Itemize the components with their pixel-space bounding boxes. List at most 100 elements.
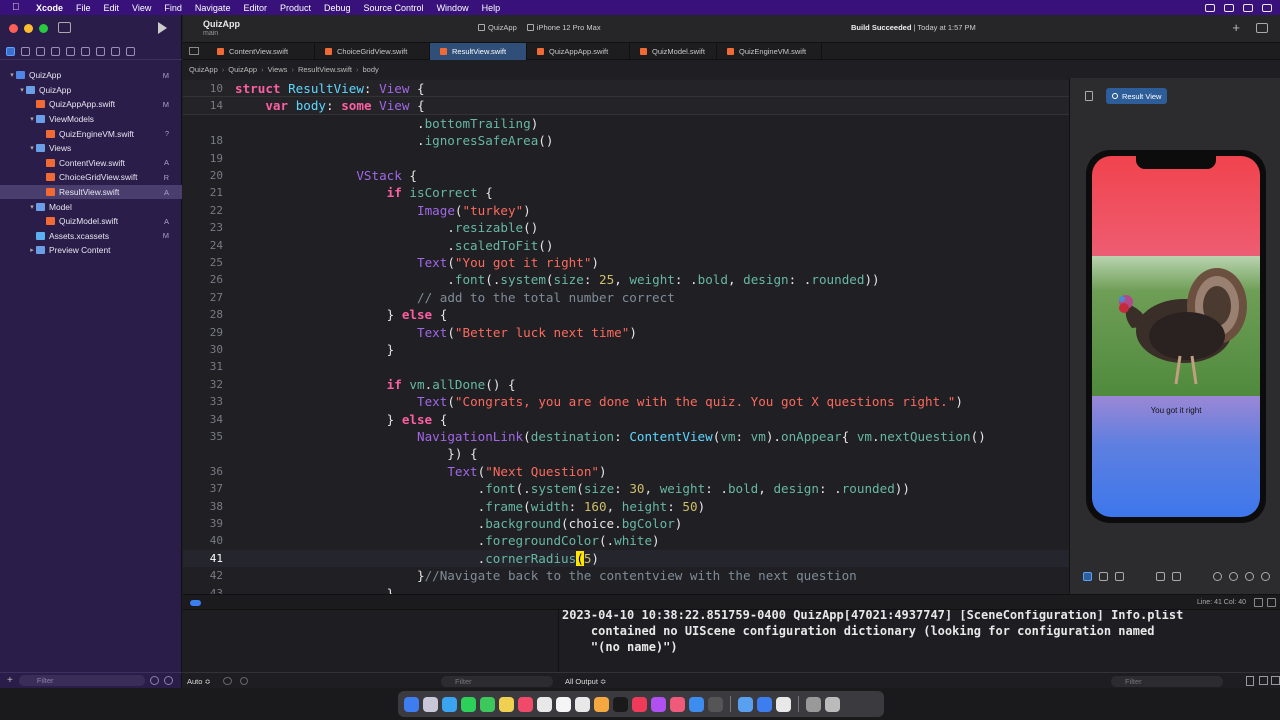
navigator-item[interactable]: QuizAppApp.swift M [0, 97, 182, 112]
control-center-icon[interactable] [1205, 3, 1215, 12]
dock-app-icon[interactable] [480, 696, 495, 712]
variables-view[interactable] [183, 610, 559, 672]
breadcrumb-item[interactable]: QuizApp [228, 65, 257, 74]
editor-tab[interactable]: ResultView.swift [430, 43, 527, 60]
scheme-selector[interactable]: QuizApp iPhone 12 Pro Max [478, 23, 601, 32]
navigator-item[interactable]: ▾ Views [0, 141, 182, 156]
debug-navigator-icon[interactable] [96, 47, 105, 56]
console-output[interactable]: 2023-04-10 10:38:22.851759-0400 QuizApp[… [560, 610, 1280, 672]
dock-app-icon[interactable] [613, 696, 628, 712]
pin-icon[interactable] [1085, 91, 1093, 101]
code-line[interactable]: 20 VStack { [183, 167, 1069, 184]
navigator-item[interactable]: ContentView.swift A [0, 156, 182, 171]
minimize-window-button[interactable] [24, 24, 33, 33]
menu-app-name[interactable]: Xcode [36, 3, 63, 13]
code-line[interactable]: 43 } [183, 585, 1069, 594]
code-line[interactable]: 26 .font(.system(size: 25, weight: .bold… [183, 271, 1069, 288]
menu-source-control[interactable]: Source Control [364, 3, 424, 13]
selectable-mode-icon[interactable] [1099, 571, 1108, 581]
breadcrumb-item[interactable]: Views [268, 65, 288, 74]
editor-tab[interactable]: ContentView.swift [207, 43, 315, 60]
battery-icon[interactable] [1224, 3, 1234, 12]
scm-filter-icon[interactable] [163, 676, 173, 685]
disclosure-icon[interactable]: ▾ [28, 115, 36, 123]
code-line[interactable]: 28 } else { [183, 306, 1069, 323]
menu-file[interactable]: File [76, 3, 91, 13]
zoom-100-icon[interactable] [1245, 571, 1254, 581]
editor-tab[interactable]: QuizModel.swift [630, 43, 717, 60]
run-button[interactable] [158, 22, 167, 34]
dock-app-icon[interactable] [556, 696, 571, 712]
code-line[interactable]: 21 if isCorrect { [183, 184, 1069, 201]
close-window-button[interactable] [9, 24, 18, 33]
code-line[interactable]: 30 } [183, 341, 1069, 358]
console-filter-input[interactable]: Filter [1111, 676, 1223, 687]
variables-scope-select[interactable]: Auto ≎ [187, 677, 211, 686]
code-line[interactable]: 39 .background(choice.bgColor) [183, 515, 1069, 532]
issue-navigator-icon[interactable] [66, 47, 75, 56]
wifi-icon[interactable] [1243, 3, 1253, 12]
dock-app-icon[interactable] [594, 696, 609, 712]
trash-icon[interactable] [1246, 676, 1254, 686]
navigator-item[interactable]: ResultView.swift A [0, 184, 182, 200]
breadcrumb-item[interactable]: body [363, 65, 379, 74]
dock-app-icon[interactable] [423, 696, 438, 712]
editor-tab[interactable]: ChoiceGridView.swift [315, 43, 430, 60]
code-line[interactable]: 25 Text("You got it right") [183, 254, 1069, 271]
code-line[interactable]: 24 .scaledToFit() [183, 237, 1069, 254]
split-left-icon[interactable] [1259, 676, 1268, 685]
source-control-icon[interactable] [21, 47, 30, 56]
code-line[interactable]: 23 .resizable() [183, 219, 1069, 236]
dock-app-icon[interactable] [404, 696, 419, 712]
code-editor[interactable]: 10 struct ResultView: View {14 var body: … [183, 78, 1069, 594]
dock-app-icon[interactable] [825, 696, 840, 712]
zoom-out-icon[interactable] [1213, 571, 1222, 581]
code-line[interactable]: 36 Text("Next Question") [183, 463, 1069, 480]
disclosure-icon[interactable]: ▾ [28, 203, 36, 211]
test-navigator-icon[interactable] [81, 47, 90, 56]
navigator-item[interactable]: ▾ QuizApp [0, 83, 182, 98]
symbol-navigator-icon[interactable] [36, 47, 45, 56]
code-line[interactable]: 14 var body: some View { [183, 97, 1069, 115]
dock-app-icon[interactable] [537, 696, 552, 712]
debug-area-toggle-icon[interactable] [190, 600, 201, 606]
menu-editor[interactable]: Editor [243, 3, 267, 13]
code-line[interactable]: 19 [183, 150, 1069, 167]
menu-debug[interactable]: Debug [324, 3, 351, 13]
variants-icon[interactable] [1115, 571, 1124, 581]
code-line[interactable]: .bottomTrailing) [183, 115, 1069, 132]
zoom-fit-icon[interactable] [1229, 571, 1238, 581]
menu-find[interactable]: Find [164, 3, 182, 13]
report-navigator-icon[interactable] [126, 47, 135, 56]
dock-app-icon[interactable] [670, 696, 685, 712]
code-line[interactable]: 41 .cornerRadius(5) [183, 549, 1069, 568]
menu-product[interactable]: Product [280, 3, 311, 13]
related-items-icon[interactable] [189, 47, 199, 55]
console-scope-select[interactable]: All Output ≎ [565, 677, 606, 686]
dock-app-icon[interactable] [689, 696, 704, 712]
code-line[interactable]: 35 NavigationLink(destination: ContentVi… [183, 428, 1069, 445]
dock-app-icon[interactable] [518, 696, 533, 712]
code-line[interactable]: 37 .font(.system(size: 30, weight: .bold… [183, 480, 1069, 497]
menu-window[interactable]: Window [437, 3, 469, 13]
dock-app-icon[interactable] [651, 696, 666, 712]
dock-app-icon[interactable] [708, 696, 723, 712]
menu-edit[interactable]: Edit [104, 3, 120, 13]
search-icon[interactable] [1262, 3, 1272, 12]
dock-app-icon[interactable] [738, 696, 753, 712]
dock-app-icon[interactable] [461, 696, 476, 712]
dock-app-icon[interactable] [632, 696, 647, 712]
navigator-item[interactable]: QuizModel.swift A [0, 214, 182, 229]
code-line[interactable]: 22 Image("turkey") [183, 202, 1069, 219]
recent-files-icon[interactable] [149, 676, 159, 685]
dock-app-icon[interactable] [499, 696, 514, 712]
navigator-item[interactable]: QuizEngineVM.swift? [0, 126, 182, 141]
disclosure-icon[interactable]: ▾ [28, 144, 36, 152]
code-line[interactable]: 18 .ignoresSafeArea() [183, 132, 1069, 149]
device-settings-icon[interactable] [1156, 571, 1165, 581]
code-line[interactable]: 27 // add to the total number correct [183, 289, 1069, 306]
hide-console-icon[interactable] [1267, 598, 1276, 607]
dock-app-icon[interactable] [776, 696, 791, 712]
code-line[interactable]: 42 }//Navigate back to the contentview w… [183, 567, 1069, 584]
navigator-item[interactable]: ▾ QuizApp M [0, 68, 182, 83]
